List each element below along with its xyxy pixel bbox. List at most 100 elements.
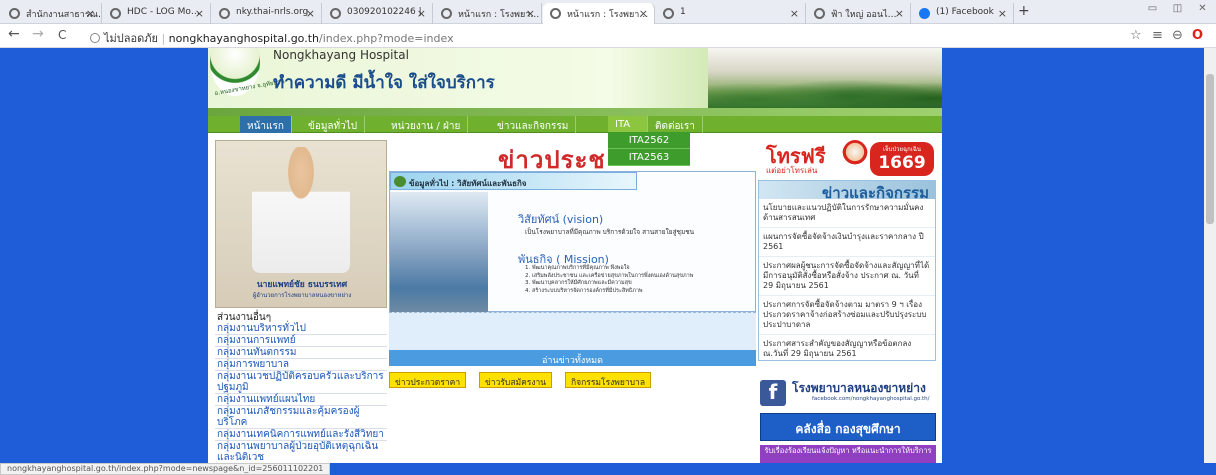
vision-title: วิสัยทัศน์ (vision) — [518, 213, 604, 226]
read-all-news-link[interactable]: อ่านข่าวทั้งหมด — [389, 350, 756, 366]
browser-tab[interactable]: (1) Facebook × — [912, 3, 1014, 24]
sidebar-link[interactable]: กลุ่มงานเทคนิคการแพทย์และรังสีวิทยา — [215, 429, 387, 441]
vision-mission-box: ข้อมูลทั่วไป : วิสัยทัศน์และพันธกิจ วิสั… — [389, 171, 756, 312]
sidebar-link[interactable]: กลุ่มงานทันตกรรม — [215, 347, 387, 359]
facebook-icon — [919, 8, 930, 19]
globe-icon — [110, 8, 121, 19]
opera-icon[interactable]: O — [1192, 28, 1203, 43]
menu-contact[interactable]: ติดต่อเรา — [648, 116, 703, 133]
browser-tab[interactable]: ฟ้า ใหญ่ ออนไ… × — [807, 3, 911, 24]
mascot-icon — [842, 140, 868, 170]
menu-general-info[interactable]: ข้อมูลทั่วไป — [301, 116, 366, 133]
account-icon[interactable]: ⊖ — [1172, 28, 1183, 43]
ita-2562-item[interactable]: ITA2562 — [608, 132, 690, 149]
sidebar-link[interactable]: กลุ่มการพยาบาล — [215, 359, 387, 371]
sidebar-link[interactable]: กลุ่มงานพยาบาลผู้ป่วยอุบัติเหตุฉุกเฉินแล… — [215, 441, 387, 463]
browser-tab[interactable]: HDC - LOG Mo… × — [103, 3, 211, 24]
facebook-icon: f — [760, 380, 786, 406]
mission-item: 4. สร้างระบบบริหารจัดการองค์กรที่มีประสิ… — [525, 287, 643, 294]
browser-tab[interactable]: หน้าแรก : โรงพยา… × — [434, 3, 542, 24]
browser-tab[interactable]: 1 × — [656, 3, 806, 24]
hospital-building-photo — [708, 48, 942, 108]
mission-item: 1. พัฒนาคุณภาพบริการที่มีคุณภาพ พึงพอใจ — [525, 265, 630, 271]
news-list-panel — [389, 312, 756, 350]
hospital-slogan: ทำความดี มีน้ำใจ ใส่ใจบริการ — [273, 73, 495, 93]
maximize-button[interactable]: ◫ — [1165, 3, 1190, 19]
link-status-bar: nongkhayanghospital.go.th/index.php?mode… — [0, 463, 331, 475]
browser-tab-strip: สำนักงานสาธารณ… × HDC - LOG Mo… × nky.thai… — [0, 0, 1216, 24]
sidebar-heading: ส่วนงานอื่นๆ — [217, 312, 272, 323]
browser-tab-active[interactable]: หน้าแรก : โรงพยา… × — [543, 3, 655, 24]
menu-icon[interactable]: ≡ — [1152, 28, 1163, 43]
activity-item[interactable]: ประกาศสาระสำคัญของสัญญาหรือข้อตกลง ณ.วัน… — [759, 335, 935, 360]
close-tab-icon[interactable]: × — [417, 7, 426, 20]
back-button[interactable]: ← — [8, 26, 20, 42]
bid-news-button[interactable]: ข่าวประกวดราคา — [389, 372, 467, 388]
close-tab-icon[interactable]: × — [639, 7, 648, 20]
scrollbar-thumb[interactable] — [1206, 74, 1214, 224]
trees-graphic — [708, 70, 942, 108]
menu-home[interactable]: หน้าแรก — [240, 116, 292, 133]
close-tab-icon[interactable]: × — [195, 7, 204, 20]
hotline-sub-text: แต่อย่าโทรเล่น — [766, 166, 818, 175]
menu-departments[interactable]: หน่วยงาน / ฝ่าย — [384, 116, 469, 133]
activity-item[interactable]: นโยบายและแนวปฏิบัติในการรักษาความมั่นคงด… — [759, 199, 935, 228]
vision-section-header: ข้อมูลทั่วไป : วิสัยทัศน์และพันธกิจ — [390, 172, 637, 190]
ita-dropdown: ITA2562 ITA2563 — [608, 132, 690, 166]
job-news-button[interactable]: ข่าวรับสมัครงาน — [479, 372, 553, 388]
globe-icon — [330, 8, 341, 19]
close-window-button[interactable]: ✕ — [1190, 3, 1215, 19]
sidebar-link[interactable]: กลุ่มงานเวชปฏิบัติครอบครัวและบริการปฐมภู… — [215, 371, 387, 394]
hospital-photo — [390, 192, 488, 312]
activity-item[interactable]: ประกาศการจัดซื้อจัดจ้างตาม มาตรา 9 ฯ เรื… — [759, 296, 935, 335]
browser-tab[interactable]: 030920102246 | × — [323, 3, 433, 24]
ita-2563-item[interactable]: ITA2563 — [608, 149, 690, 166]
page-scrollbar[interactable] — [1204, 48, 1216, 463]
globe-icon — [219, 8, 230, 19]
new-tab-button[interactable]: + — [1018, 3, 1030, 19]
sidebar-link[interactable]: กลุ่มงานเภสัชกรรมและคุ้มครองผู้บริโภค — [215, 406, 387, 429]
url-host: nongkhayanghospital.go.th — [168, 32, 319, 45]
browser-tab[interactable]: nky.thai-nrls.org × — [212, 3, 322, 24]
menu-ita[interactable]: ITA — [608, 116, 648, 133]
close-tab-icon[interactable]: × — [306, 7, 315, 20]
globe-icon — [9, 8, 20, 19]
activity-item[interactable]: ประกาศผลผู้ชนะการจัดซื้อจัดจ้างและสัญญาท… — [759, 257, 935, 296]
hotline-badge: เจ็บป่วยฉุกเฉิน 1669 — [870, 142, 934, 176]
security-label: ไม่ปลอดภัย — [104, 32, 158, 45]
site-header: อ.หนองขาหย่าง จ.อุทัยธานี Nongkhayang Ho… — [208, 48, 942, 108]
url-path: /index.php?mode=index — [319, 32, 454, 45]
close-tab-icon[interactable]: × — [790, 7, 799, 20]
sidebar-link[interactable]: กลุ่มงานการแพทย์ — [215, 335, 387, 347]
director-role: ผู้อำนวยการโรงพยาบาลหนองขาหย่าง — [252, 292, 352, 299]
address-bar-row: ← → C ไม่ปลอดภัย | nongkhayanghospital.g… — [0, 24, 1216, 48]
close-tab-icon[interactable]: × — [86, 7, 95, 20]
close-tab-icon[interactable]: × — [998, 7, 1007, 20]
bookmark-star-icon[interactable]: ☆ — [1130, 28, 1142, 43]
browser-tab[interactable]: สำนักงานสาธารณ… × — [2, 3, 102, 24]
globe-icon — [814, 8, 825, 19]
url-input[interactable]: ไม่ปลอดภัย | nongkhayanghospital.go.th/i… — [90, 29, 454, 47]
facebook-page-link[interactable]: f โรงพยาบาลหนองขาหย่าง facebook.com/nong… — [758, 378, 936, 408]
reload-button[interactable]: C — [58, 28, 66, 42]
page-container: อ.หนองขาหย่าง จ.อุทัยธานี Nongkhayang Ho… — [208, 48, 942, 463]
hospital-activities-button[interactable]: กิจกรรมโรงพยาบาล — [565, 372, 652, 388]
close-tab-icon[interactable]: × — [895, 7, 904, 20]
director-profile: นายแพทย์ชัย ธนบรรเทศ ผู้อำนวยการโรงพยาบา… — [215, 140, 387, 308]
info-icon[interactable] — [90, 33, 100, 43]
activity-item[interactable]: แผนการจัดซื้อจัดจ้างเงินบำรุงและราคากลาง… — [759, 228, 935, 257]
sidebar-link[interactable]: กลุ่มงานแพทย์แผนไทย — [215, 394, 387, 406]
sidebar-link[interactable]: กลุ่มงานบริหารทั่วไป — [215, 323, 387, 335]
mission-item: 2. เสริมพลังประชาชน และเครือข่ายสุขภาพใน… — [525, 272, 694, 279]
facebook-page-url: facebook.com/nongkhayanghospital.go.th/ — [812, 396, 930, 402]
globe-icon — [441, 8, 452, 19]
hotline-1669-banner[interactable]: โทรฟรี แต่อย่าโทรเล่น เจ็บป่วยฉุกเฉิน 16… — [758, 138, 936, 178]
header-divider — [208, 108, 942, 116]
health-education-button[interactable]: คลังสื่อ กองสุขศึกษา — [760, 413, 936, 441]
forward-button[interactable]: → — [32, 26, 44, 42]
complaint-button[interactable]: รับเรื่องร้องเรียนแจ้งปัญหา หรือแนะนำการ… — [760, 445, 936, 463]
hotline-number: 1669 — [878, 153, 926, 173]
close-tab-icon[interactable]: × — [526, 7, 535, 20]
menu-news-activities[interactable]: ข่าวและกิจกรรม — [490, 116, 577, 133]
minimize-button[interactable]: ▭ — [1140, 3, 1165, 19]
